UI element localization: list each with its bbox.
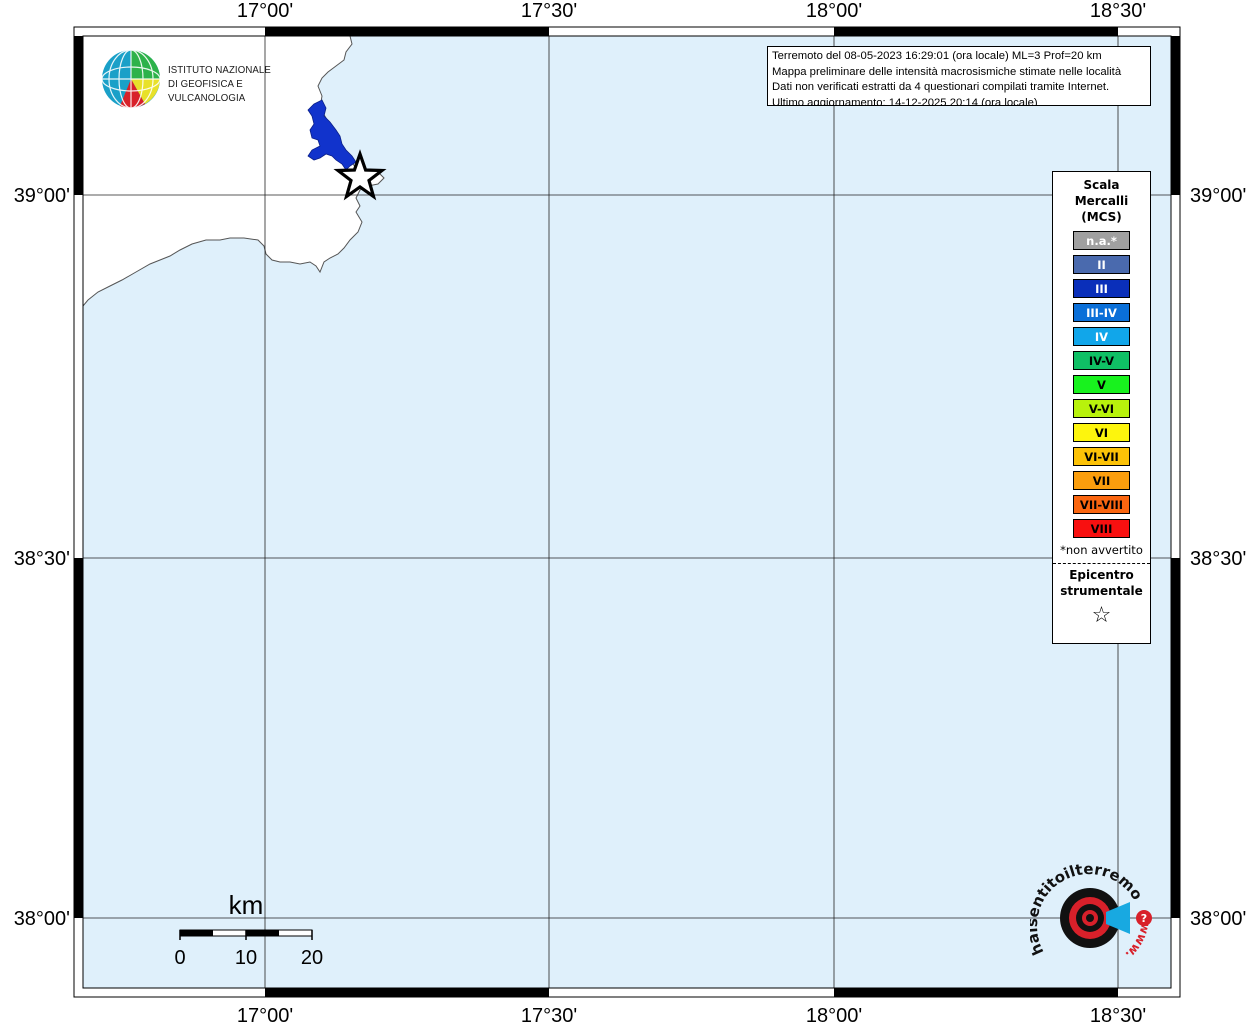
ingv-logo: ISTITUTO NAZIONALE DI GEOFISICA E VULCAN…	[100, 48, 310, 110]
ingv-name-line2: DI GEOFISICA E VULCANOLOGIA	[168, 78, 246, 104]
scale-tick-0: 0	[174, 947, 185, 969]
lat-label-right-2: 38°30'	[1190, 548, 1246, 570]
lat-label-left-2: 38°30'	[14, 548, 70, 570]
legend-epicenter-line2: strumentale	[1060, 584, 1143, 598]
lon-label-bottom-4: 18°30'	[1090, 1005, 1146, 1024]
legend-item-viii: VIII	[1073, 519, 1130, 538]
legend-item-vii: VII	[1073, 471, 1130, 490]
lat-label-left-1: 39°00'	[14, 185, 70, 207]
lon-label-top-3: 18°00'	[806, 0, 862, 22]
legend-item-vi-vii: VI-VII	[1073, 447, 1130, 466]
legend-item-v-vi: V-VI	[1073, 399, 1130, 418]
legend-item-iv: IV	[1073, 327, 1130, 346]
legend-item-iii: III	[1073, 279, 1130, 298]
ingv-name-line1: ISTITUTO NAZIONALE	[168, 64, 271, 76]
target-icon: ? haisentitoilterremoto.it www.	[1023, 846, 1153, 962]
scale-tick-20: 20	[301, 947, 323, 969]
legend-title: Scala Mercalli (MCS)	[1053, 177, 1150, 225]
legend-item-ii: II	[1073, 255, 1130, 274]
ingv-name: ISTITUTO NAZIONALE DI GEOFISICA E VULCAN…	[168, 63, 299, 105]
haisentito-logo: ? haisentitoilterremoto.it www.	[1023, 846, 1158, 975]
event-info-line3: Dati non verificati estratti da 4 questi…	[772, 81, 1110, 93]
lon-label-bottom-3: 18°00'	[806, 1005, 862, 1024]
mcs-legend: Scala Mercalli (MCS) n.a.* II III III-IV IV I…	[1052, 171, 1151, 644]
lat-label-right-3: 38°00'	[1190, 908, 1246, 930]
legend-title-line2: Mercalli	[1074, 194, 1129, 208]
globe-icon	[101, 49, 161, 109]
legend-title-line3: (MCS)	[1081, 210, 1122, 224]
legend-epicenter-label: Epicentro strumentale	[1053, 567, 1150, 599]
legend-item-iv-v: IV-V	[1073, 351, 1130, 370]
event-info-line2: Mappa preliminare delle intensità macros…	[772, 65, 1122, 78]
legend-title-line1: Scala	[1083, 178, 1120, 192]
legend-item-iii-iv: III-IV	[1073, 303, 1130, 322]
lon-label-bottom-1: 17°00'	[237, 1005, 293, 1024]
lat-label-left-3: 38°00'	[14, 908, 70, 930]
legend-note: *non avvertito	[1060, 543, 1143, 557]
lon-label-bottom-2: 17°30'	[521, 1005, 577, 1024]
legend-items: n.a.* II III III-IV IV IV-V V V-VI VI VI-VII VII VI…	[1053, 231, 1150, 538]
legend-item-n-a: n.a.*	[1073, 231, 1130, 250]
legend-item-vii-viii: VII-VIII	[1073, 495, 1130, 514]
event-info-line4: Ultimo aggiornamento: 14-12-2025 20:14 (…	[772, 96, 1038, 106]
legend-epicenter-line1: Epicentro	[1069, 568, 1134, 582]
scale-unit: km	[229, 890, 264, 920]
scale-tick-10: 10	[235, 947, 257, 969]
lon-label-top-4: 18°30'	[1090, 0, 1146, 22]
lon-label-top-2: 17°30'	[521, 0, 577, 22]
legend-item-v: V	[1073, 375, 1130, 394]
lat-label-right-1: 39°00'	[1190, 185, 1246, 207]
legend-separator	[1053, 563, 1150, 564]
lon-label-top-1: 17°00'	[237, 0, 293, 22]
legend-item-vi: VI	[1073, 423, 1130, 442]
legend-star-icon: ☆	[1091, 603, 1112, 628]
event-info-box: Terremoto del 08-05-2023 16:29:01 (ora l…	[767, 46, 1151, 106]
event-info-line1: Terremoto del 08-05-2023 16:29:01 (ora l…	[772, 50, 1102, 62]
